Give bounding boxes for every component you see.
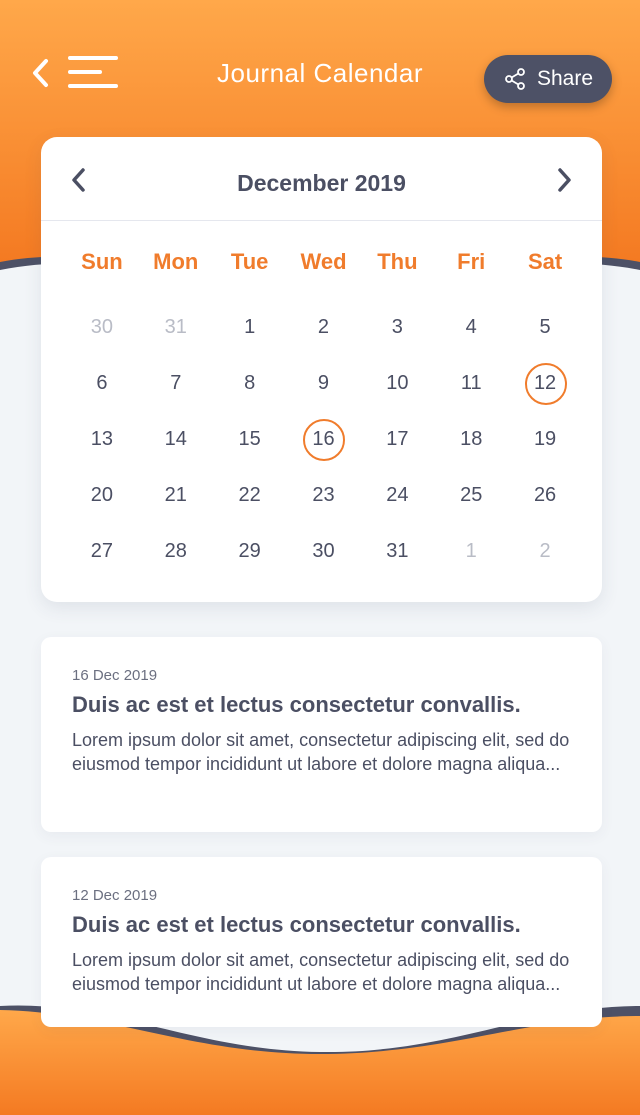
calendar-day[interactable]: 4 xyxy=(434,299,508,355)
entry-excerpt: Lorem ipsum dolor sit amet, consectetur … xyxy=(72,730,570,774)
calendar-day[interactable]: 14 xyxy=(139,411,213,467)
top-bar: Journal Calendar Share xyxy=(0,0,640,140)
weekday-label: Sat xyxy=(527,249,563,274)
calendar-day[interactable]: 21 xyxy=(139,467,213,523)
entry-excerpt: Lorem ipsum dolor sit amet, consectetur … xyxy=(72,950,570,994)
calendar-day[interactable]: 25 xyxy=(434,467,508,523)
weekday-label: Fri xyxy=(457,249,486,274)
calendar-day[interactable]: 15 xyxy=(213,411,287,467)
calendar-day[interactable]: 5 xyxy=(508,299,582,355)
calendar-day[interactable]: 26 xyxy=(508,467,582,523)
calendar-day[interactable]: 31 xyxy=(139,299,213,355)
calendar-day[interactable]: 30 xyxy=(65,299,139,355)
calendar-day[interactable]: 2 xyxy=(287,299,361,355)
journal-entry-card[interactable]: 12 Dec 2019 Duis ac est et lectus consec… xyxy=(41,857,602,1027)
journal-entry-card[interactable]: 16 Dec 2019 Duis ac est et lectus consec… xyxy=(41,637,602,832)
entry-title: Duis ac est et lectus consectetur conval… xyxy=(72,912,521,937)
calendar-day[interactable]: 23 xyxy=(287,467,361,523)
calendar-day[interactable]: 8 xyxy=(213,355,287,411)
chevron-left-icon xyxy=(33,59,48,87)
calendar-day[interactable]: 18 xyxy=(434,411,508,467)
weekday-label: Thu xyxy=(377,249,418,274)
calendar-day[interactable]: 3 xyxy=(360,299,434,355)
weekday-label: Wed xyxy=(300,249,347,274)
next-month-button[interactable] xyxy=(550,165,580,195)
calendar-card: December 2019 Sun Mon Tue Wed Thu Fri Sat 30 31… xyxy=(41,137,602,602)
weekday-label: Mon xyxy=(153,249,199,274)
calendar-day[interactable]: 30 xyxy=(287,523,361,579)
calendar-days-grid: 30 31 1 2 3 4 5 6 7 8 9 10 11 12 13 14 15 16 17 18 19 20 21 22 2… xyxy=(65,299,582,579)
calendar-day[interactable]: 13 xyxy=(65,411,139,467)
chevron-right-icon xyxy=(558,168,571,192)
calendar-day[interactable]: 22 xyxy=(213,467,287,523)
calendar-day[interactable]: 27 xyxy=(65,523,139,579)
calendar-day[interactable]: 29 xyxy=(213,523,287,579)
calendar-day[interactable]: 20 xyxy=(65,467,139,523)
calendar-day[interactable]: 24 xyxy=(360,467,434,523)
entry-date: 12 Dec 2019 xyxy=(72,887,158,904)
calendar-day[interactable]: 1 xyxy=(213,299,287,355)
share-button[interactable]: Share xyxy=(484,55,612,103)
back-button[interactable] xyxy=(26,56,54,90)
weekday-label: Tue xyxy=(230,249,269,274)
calendar-day[interactable]: 19 xyxy=(508,411,582,467)
entry-date: 16 Dec 2019 xyxy=(72,667,158,684)
share-label: Share xyxy=(536,67,594,90)
calendar-header: December 2019 xyxy=(41,137,602,221)
calendar-day-marked[interactable]: 12 xyxy=(508,355,582,411)
calendar-day[interactable]: 2 xyxy=(508,523,582,579)
weekday-header: Sun Mon Tue Wed Thu Fri Sat xyxy=(65,249,582,285)
entry-title: Duis ac est et lectus consectetur conval… xyxy=(72,692,521,717)
calendar-day[interactable]: 31 xyxy=(360,523,434,579)
share-nodes-icon xyxy=(505,68,525,90)
weekday-label: Sun xyxy=(81,249,123,274)
calendar-day-marked[interactable]: 16 xyxy=(287,411,361,467)
calendar-day[interactable]: 9 xyxy=(287,355,361,411)
calendar-day[interactable]: 7 xyxy=(139,355,213,411)
calendar-day[interactable]: 1 xyxy=(434,523,508,579)
calendar-day[interactable]: 17 xyxy=(360,411,434,467)
menu-button[interactable] xyxy=(68,56,120,90)
hamburger-menu-icon xyxy=(68,56,118,60)
calendar-day[interactable]: 10 xyxy=(360,355,434,411)
calendar-day[interactable]: 11 xyxy=(434,355,508,411)
calendar-day[interactable]: 6 xyxy=(65,355,139,411)
calendar-day[interactable]: 28 xyxy=(139,523,213,579)
month-label: December 2019 xyxy=(237,170,406,196)
